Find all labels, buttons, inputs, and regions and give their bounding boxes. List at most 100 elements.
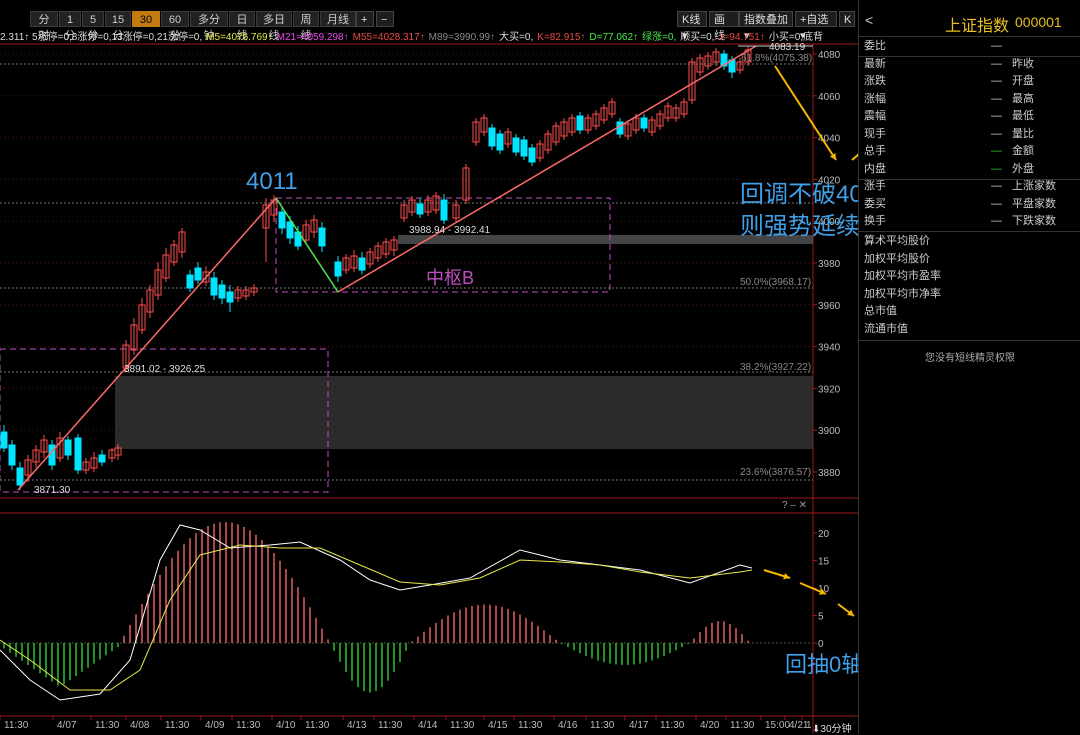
- top-point-label: 4083.19: [769, 42, 806, 53]
- draw-line-button[interactable]: 画线: [709, 11, 739, 42]
- low-point-label: 3871.30: [34, 485, 71, 496]
- zhongshu-label: 中枢B: [426, 268, 475, 288]
- date-tick-label: 11:30: [730, 720, 755, 731]
- period-tab-8[interactable]: 多日线: [256, 11, 292, 42]
- period-tab-6[interactable]: 多分钟: [190, 11, 228, 42]
- candle-body: [210, 277, 218, 296]
- candle-body: [186, 274, 194, 289]
- candle-body: [416, 203, 424, 215]
- indicator-readout: 2.311↑ 5涨停=0,8涨停=0,13涨停=0,21涨停=0, M5=4076…: [0, 31, 858, 44]
- candle-body: [74, 437, 82, 471]
- date-tick-label: 11:30: [590, 720, 615, 731]
- quote-row-3: 涨幅 — 最高: [864, 91, 1076, 108]
- candle-body: [8, 444, 16, 466]
- quote-key: 涨跌: [864, 75, 886, 87]
- date-tick-label: 15:00: [765, 720, 790, 731]
- price-tick-label: 3900: [818, 426, 841, 437]
- date-tick-label: 4/15: [488, 720, 508, 731]
- period-toolbar: 分时 1分 5分 15分 30分 60分 多分钟 日线 多日线 周线 月线 + − K线 ▾ 画线 指数叠加 …: [0, 0, 858, 42]
- price-tick-label: 3940: [818, 343, 841, 354]
- quote-row-1: 最新 — 昨收: [864, 56, 1076, 73]
- stat-row-3: 加权平均市净率: [864, 287, 941, 300]
- indicator-5: 大买=0,: [499, 32, 534, 43]
- quote-row-8: 涨手 — 上涨家数: [864, 178, 1076, 195]
- note-pullback-line2: 则强势延续: [740, 213, 860, 240]
- period-tab-4[interactable]: 30分: [132, 11, 160, 42]
- quote-key-2: 金额: [1012, 145, 1034, 157]
- date-tick-label: 4/08: [130, 720, 150, 731]
- period-tab-5[interactable]: 60分: [161, 11, 189, 42]
- candle-body: [512, 137, 520, 153]
- candle-body: [98, 454, 106, 463]
- quote-key: 换手: [864, 215, 886, 227]
- stat-row-4: 总市值: [864, 305, 897, 317]
- date-tick-label: 4/20: [700, 720, 720, 731]
- date-tick-label: 4/16: [558, 720, 578, 731]
- quote-row-10: 换手 — 下跌家数: [864, 213, 1076, 230]
- quote-key-2: 量比: [1012, 127, 1034, 140]
- period-tab-0[interactable]: 分时: [30, 11, 58, 42]
- fib-618-label: 61.8%(4075.38): [741, 53, 813, 64]
- quote-panel: < 上证指数 000001 委比 — 最新 — 昨收 涨跌 — 开盘 涨幅 — 最高 震幅 — 最低 现手 —…: [858, 0, 1080, 734]
- macd-tick-label: 5: [818, 612, 824, 623]
- fib-382-label: 38.2%(3927.22): [740, 362, 812, 373]
- period-tab-7[interactable]: 日线: [229, 11, 255, 42]
- candle-body: [358, 257, 366, 271]
- period-tab-10[interactable]: 月线: [320, 11, 356, 27]
- quote-value: —: [991, 40, 1002, 52]
- period-tab-3[interactable]: 15分: [105, 11, 131, 42]
- date-tick-label: 4/13: [347, 720, 367, 731]
- quote-row-2: 涨跌 — 开盘: [864, 73, 1076, 90]
- date-tick-label: 4/07: [57, 720, 77, 731]
- candle-body: [286, 221, 294, 239]
- fib-50-label: 50.0%(3968.17): [740, 277, 812, 288]
- stat-row-5: 流通市值: [864, 322, 908, 335]
- back-chevron-icon[interactable]: <: [865, 12, 873, 28]
- date-tick-label: 11:30: [95, 720, 120, 731]
- quote-key-2: 昨收: [1012, 57, 1034, 70]
- zoom-out-button[interactable]: −: [376, 11, 394, 27]
- quote-key: 现手: [864, 127, 886, 140]
- date-tick-label: 4/09: [205, 720, 225, 731]
- fib-236-label: 23.6%(3876.57): [740, 467, 812, 478]
- candle-body: [496, 133, 504, 151]
- macd-tick-label: 20: [818, 529, 830, 540]
- candle-body: [640, 117, 648, 129]
- date-tick-label: 4/14: [418, 720, 438, 731]
- zoom-in-button[interactable]: +: [356, 11, 374, 27]
- candle-body: [576, 115, 584, 131]
- stat-row-0: 算术平均股价: [864, 235, 930, 247]
- date-tick-label: 11:30: [660, 720, 685, 731]
- period-tab-1[interactable]: 1分: [59, 11, 81, 42]
- collapse-button[interactable]: K: [839, 11, 855, 27]
- add-favorite-button[interactable]: +自选 ▾: [795, 11, 837, 42]
- price-tick-label: 3880: [818, 468, 841, 479]
- date-tick-label: 11:30: [305, 720, 330, 731]
- quote-key: 涨幅: [864, 92, 886, 105]
- annotation-arrow: [774, 65, 837, 161]
- period-tab-9[interactable]: 周线: [293, 11, 319, 42]
- divider: [859, 36, 1080, 37]
- stock-code: 000001: [1015, 14, 1062, 30]
- date-tick-label: 11:30: [450, 720, 475, 731]
- candle-body: [318, 227, 326, 247]
- quote-value: —: [991, 57, 1002, 70]
- kline-dropdown[interactable]: K线 ▾: [677, 11, 707, 42]
- macd-window-controls[interactable]: ? – ✕: [782, 500, 807, 511]
- index-overlay-dropdown[interactable]: 指数叠加 ▾: [739, 11, 793, 42]
- period-tag[interactable]: ⬇30分钟: [812, 720, 852, 735]
- quote-key: 总手: [864, 145, 886, 157]
- period-tab-2[interactable]: 5分: [82, 11, 104, 42]
- divider: [859, 231, 1080, 232]
- quote-key-2: 下跌家数: [1012, 215, 1056, 227]
- support-zone-a: [115, 376, 813, 449]
- candle-body: [194, 267, 202, 281]
- date-tick-label: 11:30: [165, 720, 190, 731]
- candle-body: [278, 211, 286, 229]
- indicator-6: K=82.915↑: [537, 32, 586, 43]
- stat-row-1: 加权平均股价: [864, 252, 930, 265]
- quote-key: 震幅: [864, 110, 886, 122]
- quote-value: —: [991, 92, 1002, 105]
- quote-key: 委比: [864, 40, 886, 52]
- indicator-0: 2.311↑ 5涨停=0,8涨停=0,13涨停=0,21涨停=0,: [0, 32, 203, 43]
